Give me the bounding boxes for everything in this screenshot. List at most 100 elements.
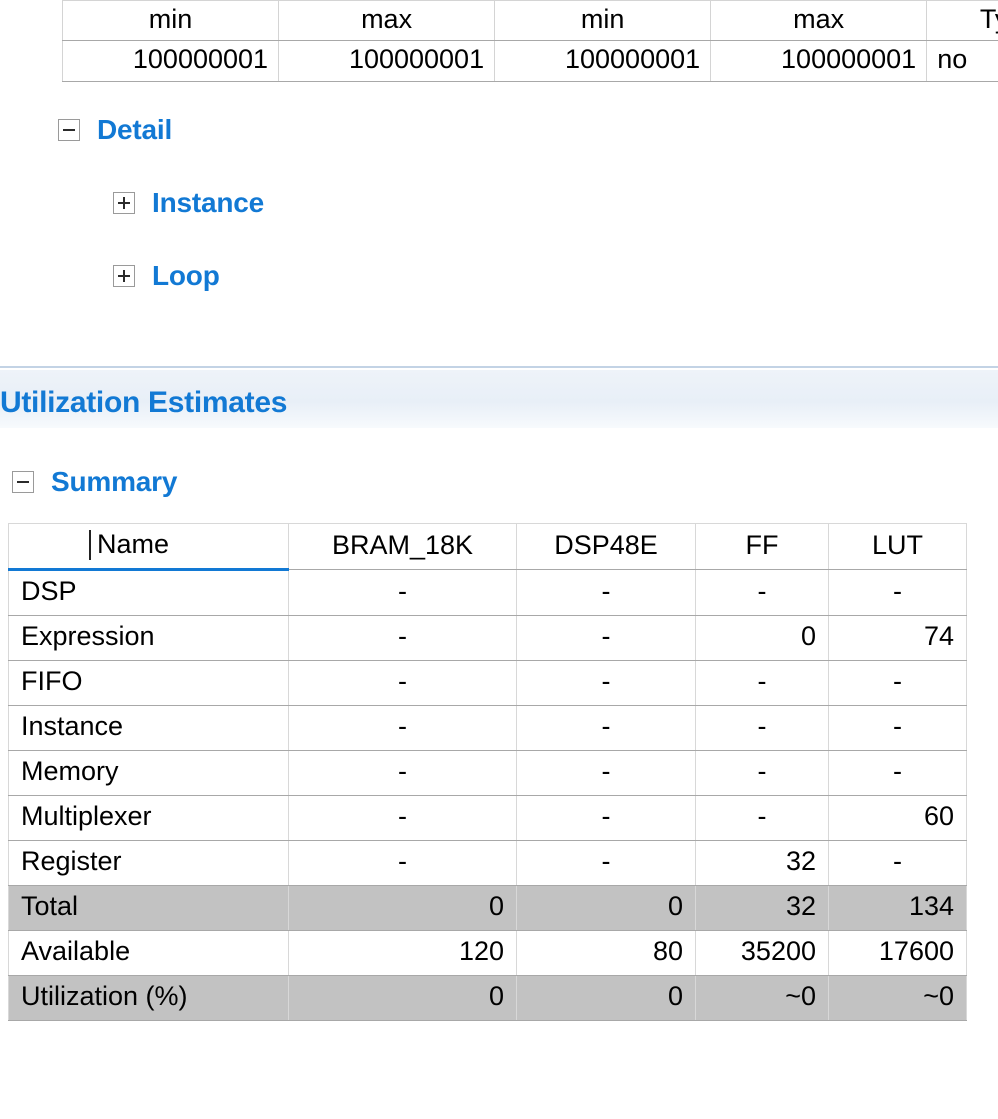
plus-icon[interactable] [113,265,135,287]
cell-resource-name: FIFO [8,660,289,706]
cell-type: no [926,40,998,82]
table-row: 100000001 100000001 100000001 100000001 … [62,40,998,82]
cell-bram_18k: - [288,569,517,616]
cell-lut: ~0 [828,975,967,1021]
page-title: Utilization Estimates [0,386,288,419]
cell-bram_18k: - [288,750,517,796]
plus-icon[interactable] [113,192,135,214]
column-header-type[interactable]: Ty [926,0,998,42]
minus-icon[interactable] [12,471,34,493]
column-header-lut[interactable]: LUT [828,523,967,570]
cell-resource-name: Multiplexer [8,795,289,841]
column-header-ff[interactable]: FF [695,523,829,570]
cell-lut: - [828,660,967,706]
cell-resource-name: Utilization (%) [8,975,289,1021]
tree-node-instance-label: Instance [152,187,264,218]
cell-bram_18k: - [288,660,517,706]
cell-resource-name: Register [8,840,289,886]
section-divider [0,366,998,368]
cell-dsp48e: 80 [516,930,696,976]
utilization-summary-table: Name BRAM_18K DSP48E FF LUT DSP - - - - Expre… [8,523,967,1021]
cell-resource-name: Memory [8,750,289,796]
cell-lut: - [828,705,967,751]
utilization-summary-table-wrap: Name BRAM_18K DSP48E FF LUT DSP - - - - Expre… [8,523,968,1021]
table-row: Memory - - - - [8,750,967,796]
text-cursor-icon [89,530,91,560]
cell-latency-max-1: 100000001 [278,40,496,82]
table-row: Total 0 0 32 134 [8,885,967,931]
cell-resource-name: Available [8,930,289,976]
cell-lut: 134 [828,885,967,931]
cell-lut: - [828,840,967,886]
cell-ff: - [695,705,829,751]
cell-lut: 60 [828,795,967,841]
cell-ff: 32 [695,885,829,931]
tree-node-detail-label: Detail [97,114,173,145]
table-row: FIFO - - - - [8,660,967,706]
tree-node-summary[interactable]: Summary [0,466,177,498]
cell-dsp48e: - [516,795,696,841]
cell-bram_18k: - [288,840,517,886]
table-row: Expression - -0 74 [8,615,967,661]
cell-lut: - [828,750,967,796]
cell-bram_18k: 0 [288,975,517,1021]
cell-bram_18k: 120 [288,930,517,976]
column-header-dsp48e[interactable]: DSP48E [516,523,696,570]
cell-ff: - [695,750,829,796]
cell-ff: - [695,569,829,616]
cell-latency-min-1: 100000001 [62,40,280,82]
cell-resource-name: DSP [8,569,289,616]
column-header-min-2[interactable]: min [494,0,712,42]
cell-bram_18k: - [288,795,517,841]
cell-resource-name: Expression [8,615,289,661]
cell-lut: 17600 [828,930,967,976]
table-row: Multiplexer - - -60 [8,795,967,841]
minus-icon[interactable] [58,119,80,141]
cell-ff: 0 [695,615,829,661]
cell-dsp48e: - [516,569,696,616]
latency-table: min max min max Ty 100000001 100000001 1… [62,0,998,82]
table-row: Available 120 80 35200 17600 [8,930,967,976]
cell-latency-max-2: 100000001 [710,40,928,82]
column-header-max-1[interactable]: max [278,0,496,42]
cell-bram_18k: - [288,705,517,751]
table-header-row: Name BRAM_18K DSP48E FF LUT [8,523,967,571]
tree-node-instance[interactable]: Instance [0,185,998,221]
cell-ff: - [695,660,829,706]
table-row: DSP - - - - [8,569,967,616]
utilization-summary-body: DSP - - - - Expression - -0 74 FIFO - - - - Instance - -… [8,569,967,1021]
cell-dsp48e: - [516,705,696,751]
tree-node-loop[interactable]: Loop [0,258,998,294]
column-header-min-1[interactable]: min [62,0,280,42]
column-header-bram18k[interactable]: BRAM_18K [288,523,517,570]
cell-ff: 35200 [695,930,829,976]
table-header-row: min max min max Ty [62,0,998,42]
tree-node-detail[interactable]: Detail [0,112,998,148]
cell-dsp48e: - [516,615,696,661]
cell-dsp48e: 0 [516,885,696,931]
table-row: Register - -32- [8,840,967,886]
cell-lut: 74 [828,615,967,661]
table-row: Utilization (%) 0 0 ~0 ~0 [8,975,967,1021]
cell-dsp48e: 0 [516,975,696,1021]
cell-ff: ~0 [695,975,829,1021]
detail-tree: Detail Instance Loop [0,112,998,331]
cell-dsp48e: - [516,660,696,706]
column-header-name[interactable]: Name [8,523,289,571]
latency-table-fragment: min max min max Ty 100000001 100000001 1… [62,0,998,82]
cell-ff: - [695,795,829,841]
table-row: Instance - - - - [8,705,967,751]
column-header-max-2[interactable]: max [710,0,928,42]
cell-dsp48e: - [516,750,696,796]
cell-lut: - [828,569,967,616]
cell-ff: 32 [695,840,829,886]
tree-node-summary-label: Summary [51,466,178,497]
cell-resource-name: Instance [8,705,289,751]
cell-dsp48e: - [516,840,696,886]
tree-node-loop-label: Loop [152,260,220,291]
column-header-name-label: Name [97,529,170,559]
cell-bram_18k: 0 [288,885,517,931]
cell-bram_18k: - [288,615,517,661]
cell-resource-name: Total [8,885,289,931]
cell-latency-min-2: 100000001 [494,40,712,82]
